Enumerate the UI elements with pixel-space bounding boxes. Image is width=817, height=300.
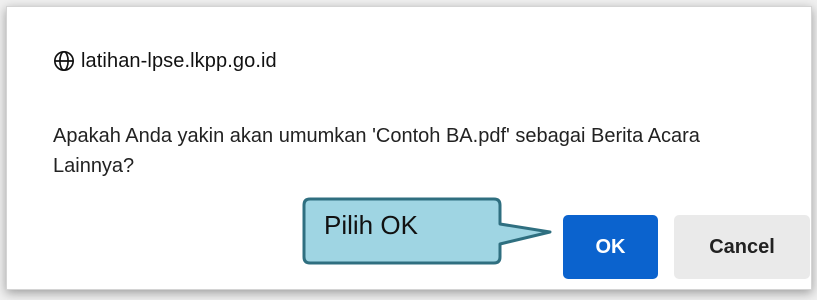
ok-button[interactable]: OK	[563, 215, 658, 279]
origin-text: latihan-lpse.lkpp.go.id	[81, 49, 277, 72]
dialog-origin: latihan-lpse.lkpp.go.id	[53, 47, 277, 75]
callout-annotation: Pilih OK	[300, 196, 552, 266]
callout-text: Pilih OK	[324, 210, 418, 240]
dialog-message: Apakah Anda yakin akan umumkan 'Contoh B…	[53, 125, 700, 177]
globe-icon	[53, 50, 75, 72]
cancel-button[interactable]: Cancel	[674, 215, 810, 279]
